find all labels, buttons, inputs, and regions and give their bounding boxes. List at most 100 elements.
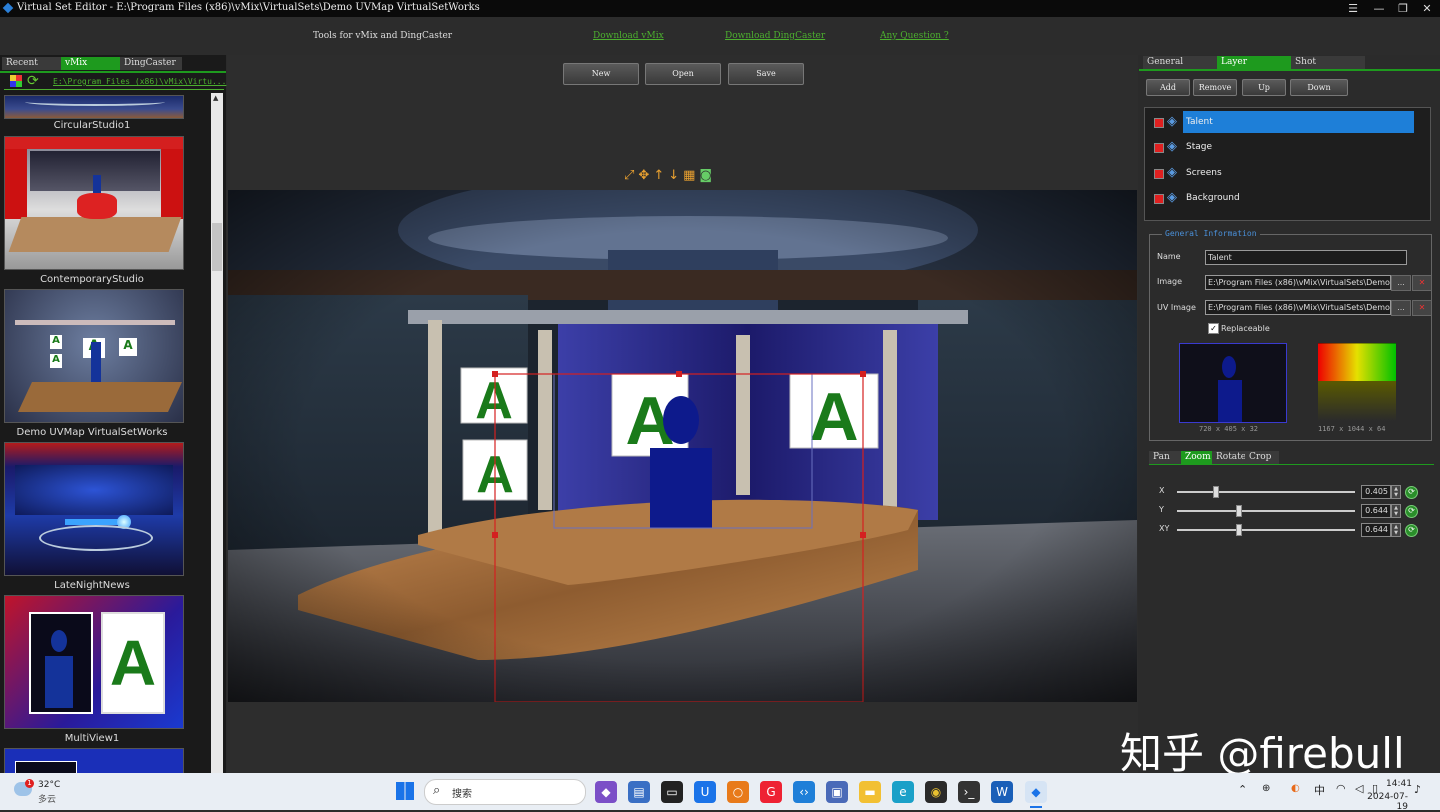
zoom-slider-xy[interactable] [1177, 524, 1355, 536]
notification-bell-icon[interactable]: ♪ [1414, 783, 1421, 796]
slider-value-input[interactable]: 0.405 [1361, 485, 1391, 499]
thumb-latenightnews[interactable] [4, 442, 184, 576]
remove-layer-button[interactable]: Remove [1193, 79, 1237, 96]
thumb-next[interactable] [4, 748, 184, 774]
tray-input-icon[interactable]: ⊕ [1262, 783, 1270, 794]
move-down-icon[interactable]: ↓ [668, 168, 683, 183]
tab-dingcaster[interactable]: DingCaster [120, 57, 182, 70]
browse-image-button[interactable]: ... [1391, 275, 1411, 291]
minimize-button[interactable]: — [1366, 0, 1392, 17]
spinner-arrows-icon[interactable]: ▲ ▼ [1391, 485, 1401, 499]
name-input[interactable]: Talent [1205, 250, 1407, 265]
search-box[interactable]: ⌕ 搜索 [424, 779, 586, 805]
tab-shot[interactable]: Shot [1291, 56, 1365, 69]
slider-value-input[interactable]: 0.644 [1361, 504, 1391, 518]
slider-knob[interactable] [1213, 486, 1219, 498]
download-dingcaster-link[interactable]: Download DingCaster [725, 31, 825, 41]
slider-knob[interactable] [1236, 524, 1242, 536]
layer-row-background[interactable]: ◈ Background [1151, 187, 1427, 211]
add-layer-button[interactable]: Add [1146, 79, 1190, 96]
folder-path-link[interactable]: E:\Program Files (x86)\vMix\Virtu... [53, 77, 226, 86]
tray-chevron-icon[interactable]: ⌃ [1238, 783, 1247, 796]
clear-image-button[interactable]: ✕ [1412, 275, 1432, 291]
thumb-circularstudio1[interactable] [4, 95, 184, 119]
clock-time[interactable]: 14:41 [1386, 779, 1412, 789]
layer-up-button[interactable]: Up [1242, 79, 1286, 96]
question-link[interactable]: Any Question ? [880, 31, 949, 41]
tab-rotate[interactable]: Rotate [1212, 451, 1246, 464]
snapshot-icon[interactable]: ◙ [699, 168, 716, 183]
layer-row-talent[interactable]: ◈ Talent [1151, 111, 1427, 135]
zoom-slider-y[interactable] [1177, 505, 1355, 517]
zoom-slider-x[interactable] [1177, 486, 1355, 498]
move-icon[interactable]: ✥ [638, 168, 653, 183]
file-explorer-icon[interactable]: ▬ [859, 781, 881, 803]
visual-studio-icon[interactable]: ◆ [595, 781, 617, 803]
reset-icon[interactable]: ⟳ [1405, 486, 1418, 499]
move-up-icon[interactable]: ↑ [653, 168, 668, 183]
grid-icon[interactable]: ▦ [683, 168, 699, 183]
clock-date[interactable]: 2024-07-19 [1360, 792, 1408, 812]
start-icon[interactable] [396, 782, 414, 800]
cmd-icon[interactable]: ›_ [958, 781, 980, 803]
replaceable-checkbox[interactable]: ✓ [1208, 323, 1219, 334]
spinner-arrows-icon[interactable]: ▲ ▼ [1391, 523, 1401, 537]
tab-general[interactable]: General [1143, 56, 1217, 69]
virtual-set-preview[interactable]: A A A A [228, 190, 1137, 702]
network-icon[interactable]: ▤ [628, 781, 650, 803]
reset-icon[interactable]: ⟳ [1405, 524, 1418, 537]
menu-icon[interactable]: ☰ [1340, 0, 1366, 17]
uv-image-path-input[interactable]: E:\Program Files (x86)\vMix\VirtualSets\… [1205, 300, 1391, 315]
tab-layer[interactable]: Layer [1217, 56, 1291, 69]
wifi-icon[interactable]: ◠ [1336, 782, 1346, 795]
tray-lang[interactable]: 中 [1314, 782, 1325, 798]
maximize-button[interactable]: ❐ [1390, 0, 1416, 17]
layer-visible-checkbox[interactable] [1154, 143, 1164, 153]
thumb-contemporarystudio[interactable] [4, 136, 184, 270]
virtual-set-browser: Recent vMix DingCaster ⟳ E:\Program File… [0, 55, 226, 774]
layer-row-stage[interactable]: ◈ Stage [1151, 136, 1427, 160]
remote-desktop-icon[interactable]: ▣ [826, 781, 848, 803]
tab-recent[interactable]: Recent [2, 57, 61, 70]
thumb-demo-uvmap[interactable]: A A A A [4, 289, 184, 423]
download-vmix-link[interactable]: Download vMix [593, 31, 664, 41]
layer-visible-checkbox[interactable] [1154, 118, 1164, 128]
new-button[interactable]: New [563, 63, 639, 85]
browse-uv-button[interactable]: ... [1391, 300, 1411, 316]
open-button[interactable]: Open [645, 63, 721, 85]
scrollbar-track[interactable]: ▲ [211, 93, 223, 773]
layer-down-button[interactable]: Down [1290, 79, 1348, 96]
edge-icon[interactable]: e [892, 781, 914, 803]
slider-knob[interactable] [1236, 505, 1242, 517]
refresh-icon[interactable]: ⟳ [27, 73, 39, 89]
clear-uv-button[interactable]: ✕ [1412, 300, 1432, 316]
virtual-set-editor-taskbar-icon[interactable]: ◆ [1025, 781, 1047, 803]
close-button[interactable]: ✕ [1414, 0, 1440, 17]
grid-view-icon[interactable] [10, 75, 22, 87]
word-icon[interactable]: W [991, 781, 1013, 803]
scrollbar-thumb[interactable] [212, 223, 222, 271]
magnifier-app-icon[interactable]: ○ [727, 781, 749, 803]
app-g-icon[interactable]: G [760, 781, 782, 803]
set-label-latenightnews: LateNightNews [54, 580, 130, 591]
reset-icon[interactable]: ⟳ [1405, 505, 1418, 518]
vscode-icon[interactable]: ‹› [793, 781, 815, 803]
fit-icon[interactable]: ⤢ [624, 168, 638, 183]
layer-visible-checkbox[interactable] [1154, 169, 1164, 179]
image-path-input[interactable]: E:\Program Files (x86)\vMix\VirtualSets\… [1205, 275, 1391, 290]
save-button[interactable]: Save [728, 63, 804, 85]
tab-vmix[interactable]: vMix [61, 57, 120, 70]
layer-row-screens[interactable]: ◈ Screens [1151, 162, 1427, 186]
app-u-icon[interactable]: U [694, 781, 716, 803]
scroll-up-icon[interactable]: ▲ [213, 94, 218, 102]
slider-value-input[interactable]: 0.644 [1361, 523, 1391, 537]
layer-visible-checkbox[interactable] [1154, 194, 1164, 204]
tab-pan[interactable]: Pan [1149, 451, 1183, 464]
tab-zoom[interactable]: Zoom [1181, 451, 1213, 464]
tab-crop[interactable]: Crop [1245, 451, 1279, 464]
tray-app-icon[interactable]: ◐ [1291, 783, 1300, 794]
spinner-arrows-icon[interactable]: ▲ ▼ [1391, 504, 1401, 518]
terminal-app-icon[interactable]: ▭ [661, 781, 683, 803]
app-circle-icon[interactable]: ◉ [925, 781, 947, 803]
thumb-multiview1[interactable]: A [4, 595, 184, 729]
